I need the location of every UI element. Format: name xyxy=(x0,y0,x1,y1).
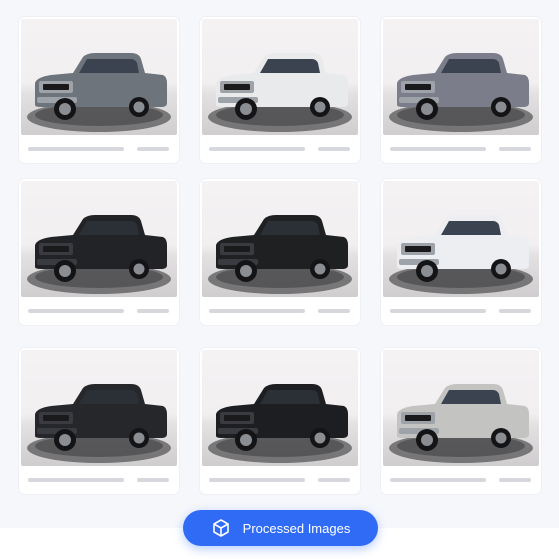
meta-placeholder-bar xyxy=(137,147,169,151)
caption-placeholder-bar xyxy=(209,147,305,151)
processed-images-label: Processed Images xyxy=(242,520,351,536)
meta-placeholder-bar xyxy=(499,147,531,151)
caption-placeholder-bar xyxy=(28,309,124,313)
meta-placeholder-bar xyxy=(499,309,531,313)
cube-icon xyxy=(211,518,231,538)
caption-placeholder-bar xyxy=(209,309,305,313)
white-electric-pickup-image xyxy=(383,181,539,297)
white-pickup-truck-image xyxy=(202,19,358,135)
caption-placeholder-bar xyxy=(390,147,486,151)
black-pickup-truck-image xyxy=(202,350,358,466)
gallery-panel xyxy=(0,0,559,528)
vehicle-image-card[interactable] xyxy=(381,179,541,325)
vehicle-image-card[interactable] xyxy=(19,348,179,494)
gray-electric-suv-image xyxy=(383,19,539,135)
vehicle-image-card[interactable] xyxy=(200,17,360,163)
meta-placeholder-bar xyxy=(318,478,350,482)
meta-placeholder-bar xyxy=(318,147,350,151)
vehicle-image-card[interactable] xyxy=(19,179,179,325)
caption-placeholder-bar xyxy=(390,309,486,313)
caption-placeholder-bar xyxy=(209,478,305,482)
black-midsize-pickup-image xyxy=(202,181,358,297)
meta-placeholder-bar xyxy=(318,309,350,313)
meta-placeholder-bar xyxy=(137,478,169,482)
meta-placeholder-bar xyxy=(499,478,531,482)
caption-placeholder-bar xyxy=(390,478,486,482)
processed-gallery-stage: Processed Images xyxy=(0,0,559,559)
gray-pickup-truck-image xyxy=(21,19,177,135)
vehicle-image-card[interactable] xyxy=(19,17,179,163)
caption-placeholder-bar xyxy=(28,147,124,151)
caption-placeholder-bar xyxy=(28,478,124,482)
vehicle-image-card[interactable] xyxy=(200,348,360,494)
vehicle-image-card[interactable] xyxy=(381,17,541,163)
black-heavy-duty-pickup-image xyxy=(21,181,177,297)
black-pickup-truck-image xyxy=(21,350,177,466)
silver-heavy-duty-pickup-image xyxy=(383,350,539,466)
vehicle-image-card[interactable] xyxy=(381,348,541,494)
processed-images-button[interactable]: Processed Images xyxy=(183,510,378,546)
vehicle-image-card[interactable] xyxy=(200,179,360,325)
meta-placeholder-bar xyxy=(137,309,169,313)
